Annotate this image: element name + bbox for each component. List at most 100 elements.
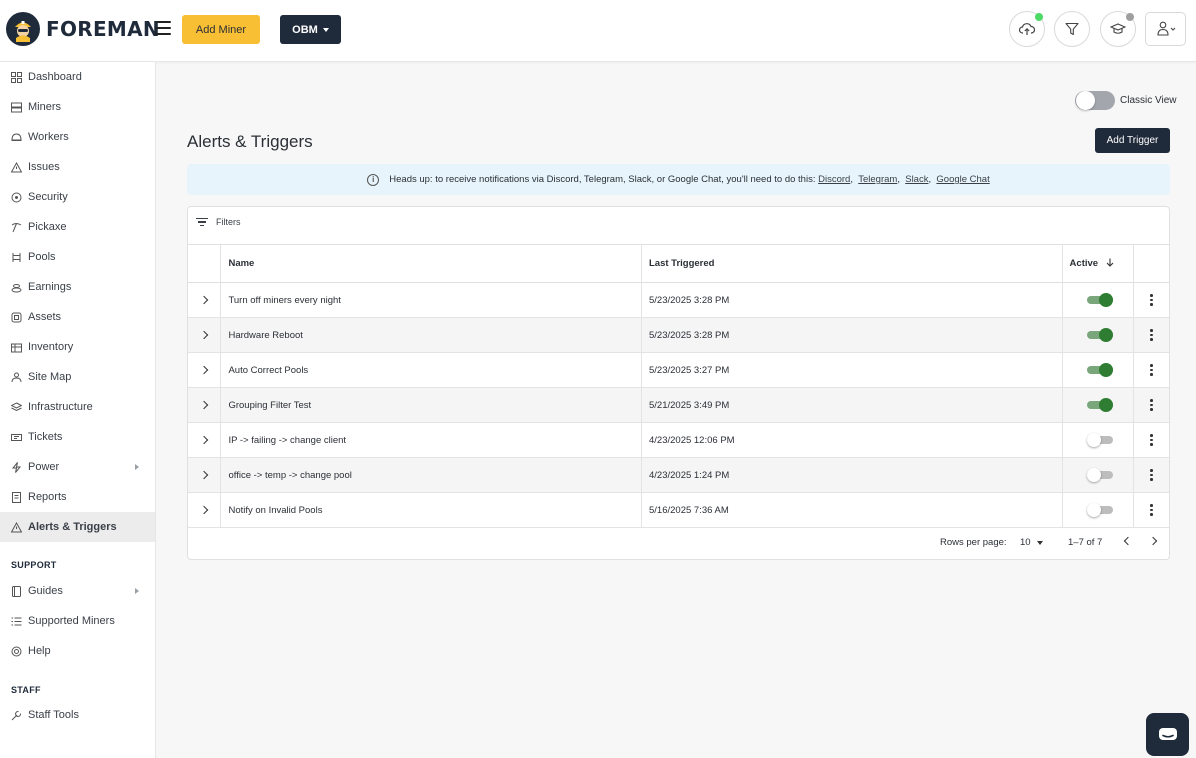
last-triggered: 4/23/2025 12:06 PM bbox=[641, 422, 1063, 458]
idle-status-dot bbox=[1126, 13, 1134, 21]
trigger-name: Turn off miners every night bbox=[220, 282, 642, 318]
banner-text: Heads up: to receive notifications via D… bbox=[389, 174, 816, 185]
expand-chevron-icon[interactable] bbox=[199, 505, 209, 514]
table-row[interactable]: Notify on Invalid Pools 5/16/2025 7:36 A… bbox=[188, 492, 1169, 528]
classic-view-toggle[interactable] bbox=[1075, 91, 1115, 110]
sidebar-item-supported-miners[interactable]: Supported Miners bbox=[0, 606, 155, 636]
sidebar-item-pickaxe[interactable]: Pickaxe bbox=[0, 212, 155, 242]
active-toggle[interactable] bbox=[1086, 293, 1113, 307]
sidebar-item-label: Dashboard bbox=[28, 71, 82, 83]
sidebar-item-pools[interactable]: Pools bbox=[0, 242, 155, 272]
table-row[interactable]: office -> temp -> change pool 4/23/2025 … bbox=[188, 457, 1169, 493]
sidebar-item-label: Earnings bbox=[28, 281, 72, 293]
expand-chevron-icon[interactable] bbox=[199, 295, 209, 304]
sidebar-item-assets[interactable]: Assets bbox=[0, 302, 155, 332]
last-triggered: 4/23/2025 1:24 PM bbox=[641, 457, 1063, 493]
active-toggle[interactable] bbox=[1086, 503, 1113, 517]
last-triggered: 5/23/2025 3:27 PM bbox=[641, 352, 1063, 388]
table-row[interactable]: IP -> failing -> change client 4/23/2025… bbox=[188, 422, 1169, 458]
sidebar-item-guides[interactable]: Guides bbox=[0, 576, 155, 606]
miner-logo-icon bbox=[6, 12, 40, 46]
more-options-icon[interactable] bbox=[1150, 294, 1153, 306]
trigger-name: Notify on Invalid Pools bbox=[220, 492, 642, 528]
sidebar-item-tickets[interactable]: Tickets bbox=[0, 422, 155, 452]
active-toggle[interactable] bbox=[1086, 433, 1113, 447]
expand-chevron-icon[interactable] bbox=[199, 365, 209, 374]
assets-icon bbox=[11, 312, 22, 323]
report-icon bbox=[11, 491, 22, 503]
user-menu-button[interactable] bbox=[1145, 12, 1186, 46]
name-column-header[interactable]: Name bbox=[220, 244, 642, 283]
coins-icon bbox=[11, 282, 22, 293]
table-row[interactable]: Hardware Reboot 5/23/2025 3:28 PM bbox=[188, 317, 1169, 353]
active-toggle[interactable] bbox=[1086, 468, 1113, 482]
previous-page-icon[interactable] bbox=[1123, 536, 1133, 546]
expand-chevron-icon[interactable] bbox=[199, 330, 209, 339]
toggle-knob bbox=[1076, 91, 1095, 110]
sidebar-item-alerts-triggers[interactable]: Alerts & Triggers bbox=[0, 512, 155, 542]
sidebar: Dashboard Miners Workers Issues Security… bbox=[0, 62, 156, 758]
active-toggle[interactable] bbox=[1086, 398, 1113, 412]
google-chat-link[interactable]: Google Chat bbox=[936, 174, 989, 185]
rows-per-page-select[interactable]: 10 bbox=[1020, 537, 1043, 548]
table-header-row: Name Last Triggered Active bbox=[188, 244, 1169, 283]
more-options-icon[interactable] bbox=[1150, 469, 1153, 481]
more-options-icon[interactable] bbox=[1150, 399, 1153, 411]
menu-column-header bbox=[1132, 244, 1169, 283]
expand-chevron-icon[interactable] bbox=[199, 400, 209, 409]
organization-label: OBM bbox=[292, 23, 318, 36]
sidebar-item-label: Security bbox=[28, 191, 68, 203]
sidebar-item-help[interactable]: Help bbox=[0, 636, 155, 666]
organization-dropdown[interactable]: OBM bbox=[280, 15, 341, 44]
foreman-logo[interactable]: FOREMAN bbox=[6, 12, 160, 46]
expand-chevron-icon[interactable] bbox=[199, 435, 209, 444]
sidebar-item-workers[interactable]: Workers bbox=[0, 122, 155, 152]
table-row[interactable]: Grouping Filter Test 5/21/2025 3:49 PM bbox=[188, 387, 1169, 423]
more-options-icon[interactable] bbox=[1150, 434, 1153, 446]
sidebar-item-label: Inventory bbox=[28, 341, 74, 353]
filters-button[interactable]: Filters bbox=[196, 217, 241, 227]
sidebar-item-infrastructure[interactable]: Infrastructure bbox=[0, 392, 155, 422]
upload-button[interactable] bbox=[1009, 11, 1045, 47]
chat-support-button[interactable] bbox=[1146, 713, 1189, 756]
sidebar-item-reports[interactable]: Reports bbox=[0, 482, 155, 512]
shield-icon bbox=[11, 192, 22, 203]
sidebar-item-earnings[interactable]: Earnings bbox=[0, 272, 155, 302]
sidebar-item-dashboard[interactable]: Dashboard bbox=[0, 62, 155, 92]
sidebar-item-issues[interactable]: Issues bbox=[0, 152, 155, 182]
add-trigger-button[interactable]: Add Trigger bbox=[1095, 128, 1170, 153]
active-toggle[interactable] bbox=[1086, 363, 1113, 377]
add-miner-button[interactable]: Add Miner bbox=[182, 15, 260, 44]
more-options-icon[interactable] bbox=[1150, 364, 1153, 376]
inventory-icon bbox=[11, 342, 22, 353]
pagination: Rows per page: 10 1–7 of 7 bbox=[188, 524, 1169, 560]
menu-toggle-icon[interactable] bbox=[155, 21, 171, 35]
academy-button[interactable] bbox=[1100, 11, 1136, 47]
sidebar-item-power[interactable]: Power bbox=[0, 452, 155, 482]
slack-link[interactable]: Slack bbox=[905, 174, 928, 185]
active-column-header[interactable]: Active bbox=[1061, 244, 1134, 283]
active-toggle[interactable] bbox=[1086, 328, 1113, 342]
sidebar-item-label: Pickaxe bbox=[28, 221, 67, 233]
last-triggered-column-header[interactable]: Last Triggered bbox=[641, 244, 1063, 283]
next-page-icon[interactable] bbox=[1148, 536, 1158, 546]
sidebar-item-staff-tools[interactable]: Staff Tools bbox=[0, 700, 155, 730]
more-options-icon[interactable] bbox=[1150, 504, 1153, 516]
sidebar-item-label: Help bbox=[28, 645, 51, 657]
sidebar-item-site-map[interactable]: Site Map bbox=[0, 362, 155, 392]
discord-link[interactable]: Discord bbox=[818, 174, 850, 185]
table-row[interactable]: Turn off miners every night 5/23/2025 3:… bbox=[188, 282, 1169, 318]
sidebar-item-security[interactable]: Security bbox=[0, 182, 155, 212]
sidebar-item-inventory[interactable]: Inventory bbox=[0, 332, 155, 362]
trigger-name: Hardware Reboot bbox=[220, 317, 642, 353]
pools-icon bbox=[11, 252, 22, 263]
expand-chevron-icon[interactable] bbox=[199, 470, 209, 479]
table-row[interactable]: Auto Correct Pools 5/23/2025 3:27 PM bbox=[188, 352, 1169, 388]
sidebar-item-label: Staff Tools bbox=[28, 709, 79, 721]
sidebar-item-label: Power bbox=[28, 461, 60, 473]
telegram-link[interactable]: Telegram bbox=[858, 174, 897, 185]
filter-button[interactable] bbox=[1054, 11, 1090, 47]
sidebar-item-miners[interactable]: Miners bbox=[0, 92, 155, 122]
more-options-icon[interactable] bbox=[1150, 329, 1153, 341]
top-bar: FOREMAN Add Miner OBM bbox=[0, 0, 1196, 62]
